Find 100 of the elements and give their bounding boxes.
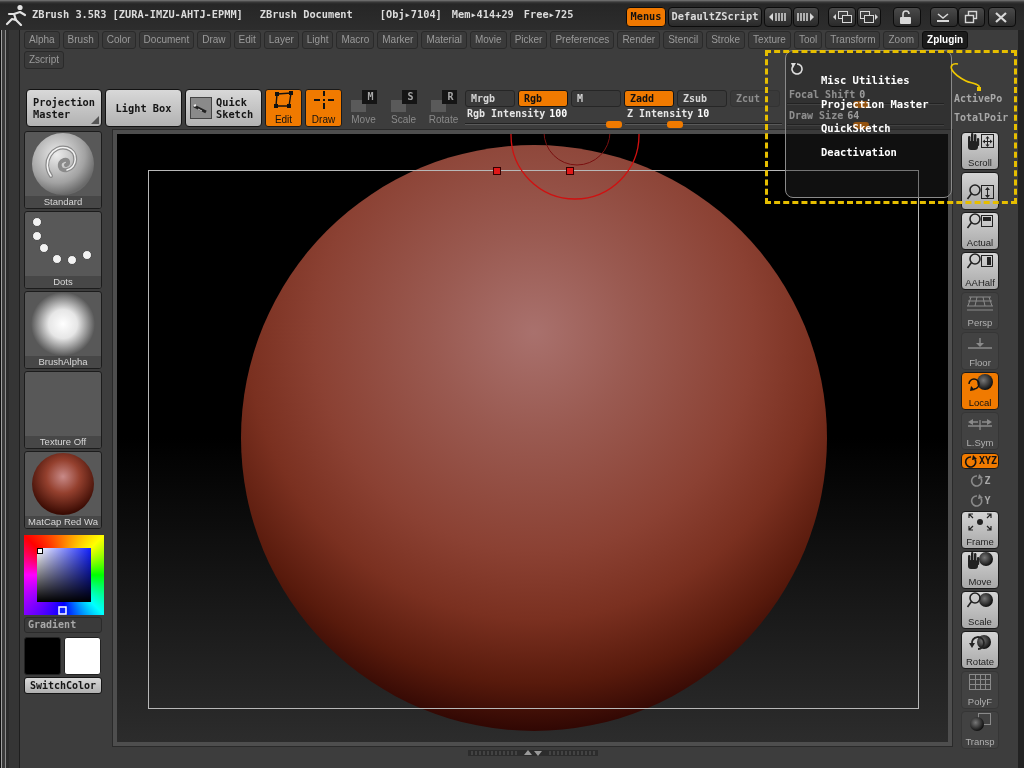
channel-button[interactable]: Rgb <box>518 90 568 107</box>
color-picker[interactable] <box>24 535 104 615</box>
draw-button[interactable]: Draw <box>305 89 342 127</box>
rotate-button[interactable]: Rotate <box>961 631 999 669</box>
shelf-button[interactable]: Light Box <box>105 89 182 127</box>
move-button[interactable]: M Move <box>345 89 382 127</box>
menu-item[interactable]: Texture <box>748 31 791 49</box>
slider-thumb[interactable] <box>606 121 622 128</box>
scale-button[interactable]: Scale <box>961 591 999 629</box>
menu-item[interactable]: Zscript <box>24 51 64 69</box>
slider-thumb[interactable] <box>853 122 870 129</box>
frame-button[interactable]: Frame <box>961 511 999 549</box>
slider-thumb[interactable] <box>667 121 684 128</box>
material-button[interactable]: MatCap Red Wa <box>24 451 102 529</box>
switch-color-button[interactable]: SwitchColor <box>24 677 102 694</box>
menu-item[interactable]: Light <box>301 31 334 49</box>
transparency-button[interactable]: Transp <box>961 711 999 749</box>
slider-track[interactable] <box>625 120 782 128</box>
actual-size-button[interactable]: Actual <box>961 212 999 250</box>
menu-item[interactable]: Color <box>101 31 136 49</box>
menu-item[interactable]: Render <box>617 31 661 49</box>
stat-label: TotalPoir <box>954 112 1009 124</box>
gradient-toggle[interactable]: Gradient <box>24 617 102 633</box>
menu-item[interactable]: Deactivation <box>821 147 897 157</box>
minimize-button[interactable] <box>930 7 958 27</box>
menu-item[interactable]: Movie <box>469 31 507 49</box>
channel-button[interactable]: Zadd <box>624 90 674 107</box>
menu-item[interactable]: Marker <box>377 31 419 49</box>
stat-label: ActivePo <box>954 93 1004 105</box>
slider-value: 10 <box>697 108 710 119</box>
menu-item[interactable]: Stencil <box>663 31 704 49</box>
menu-item[interactable]: Preferences <box>550 31 615 49</box>
slider-label: Focal Shift <box>789 89 856 100</box>
menu-item[interactable]: Zoom <box>883 31 920 49</box>
menu-item[interactable]: Layer <box>263 31 299 49</box>
pencil-sketch-icon <box>190 97 212 119</box>
perspective-button[interactable]: Persp <box>961 292 999 330</box>
rotate-arrow-icon <box>969 473 985 487</box>
circular-arrow-icon <box>790 62 803 75</box>
scale-button[interactable]: S Scale <box>385 89 422 127</box>
restore-button[interactable] <box>958 7 985 27</box>
menu-item[interactable]: Transform <box>825 31 881 49</box>
menu-item[interactable]: Document <box>138 31 195 49</box>
scroll-right-button[interactable] <box>793 7 819 27</box>
xyz-button[interactable]: XYZ <box>961 453 999 469</box>
menu-item[interactable]: Material <box>421 31 467 49</box>
stroke-button[interactable]: Dots <box>24 211 102 289</box>
next-layout-button[interactable] <box>857 7 881 27</box>
rotate-button[interactable]: R Rotate <box>425 89 462 127</box>
channel-button[interactable]: M <box>571 90 621 107</box>
slider-track[interactable] <box>465 120 622 128</box>
aahalf-button[interactable]: AAHalf <box>961 252 999 290</box>
corner-triangle-icon <box>91 116 99 124</box>
slider-value: 0 <box>859 89 866 100</box>
channel-button[interactable]: Mrgb <box>465 90 515 107</box>
menu-item[interactable]: Macro <box>336 31 375 49</box>
zoom-button[interactable] <box>961 172 999 210</box>
alpha-button[interactable]: BrushAlpha <box>24 291 102 369</box>
shelf-button[interactable]: Quick Sketch <box>185 89 262 127</box>
local-symmetry-button[interactable]: L.Sym <box>961 412 999 450</box>
slider-thumb[interactable] <box>853 101 870 108</box>
menu-item[interactable]: Misc Utilities <box>821 75 910 85</box>
edit-button[interactable]: Edit <box>265 89 302 127</box>
lock-button[interactable] <box>893 7 921 27</box>
brush-button[interactable]: Standard <box>24 131 102 209</box>
shade-square[interactable] <box>37 548 91 602</box>
menu-item[interactable]: Picker <box>509 31 548 49</box>
splitter-handle-icon <box>467 749 598 757</box>
menu-item[interactable]: Alpha <box>24 31 60 49</box>
left-arrow-bars-icon <box>768 10 788 24</box>
menus-button[interactable]: Menus <box>626 7 666 27</box>
polyframe-button[interactable]: PolyF <box>961 671 999 709</box>
rotate-z-button[interactable]: Z <box>961 471 999 489</box>
menu-item[interactable]: Draw <box>197 31 231 49</box>
scroll-button[interactable]: Scroll <box>961 132 999 170</box>
shelf-button[interactable]: Projection Master <box>26 89 102 127</box>
menu-item[interactable]: Stroke <box>706 31 746 49</box>
menu-item[interactable]: Brush <box>62 31 99 49</box>
status-readout: Free▸725 <box>523 7 574 23</box>
scroll-left-button[interactable] <box>764 7 792 27</box>
hue-marker-icon <box>58 606 67 615</box>
close-button[interactable] <box>988 7 1016 27</box>
channel-button[interactable]: Zsub <box>677 90 727 107</box>
menu-item[interactable]: Edit <box>233 31 261 49</box>
menu-item[interactable]: Zplugin <box>922 31 969 49</box>
rotate-y-button[interactable]: Y <box>961 491 999 509</box>
swirl-sphere-icon <box>31 132 95 196</box>
running-figure-icon <box>4 4 28 26</box>
script-button[interactable]: DefaultZScript <box>668 7 762 27</box>
floor-button[interactable]: Floor <box>961 332 999 370</box>
slider-value: 100 <box>549 108 568 119</box>
texture-button[interactable]: Texture Off <box>24 371 102 449</box>
color-swatch[interactable] <box>64 637 101 675</box>
bars-right-arrow-icon <box>796 10 816 24</box>
move-button[interactable]: Move <box>961 551 999 589</box>
local-button[interactable]: Local <box>961 372 999 410</box>
menu-item[interactable]: Tool <box>793 31 823 49</box>
menu-item[interactable]: QuickSketch <box>821 123 891 133</box>
color-swatch[interactable] <box>24 637 61 675</box>
previous-layout-button[interactable] <box>828 7 856 27</box>
